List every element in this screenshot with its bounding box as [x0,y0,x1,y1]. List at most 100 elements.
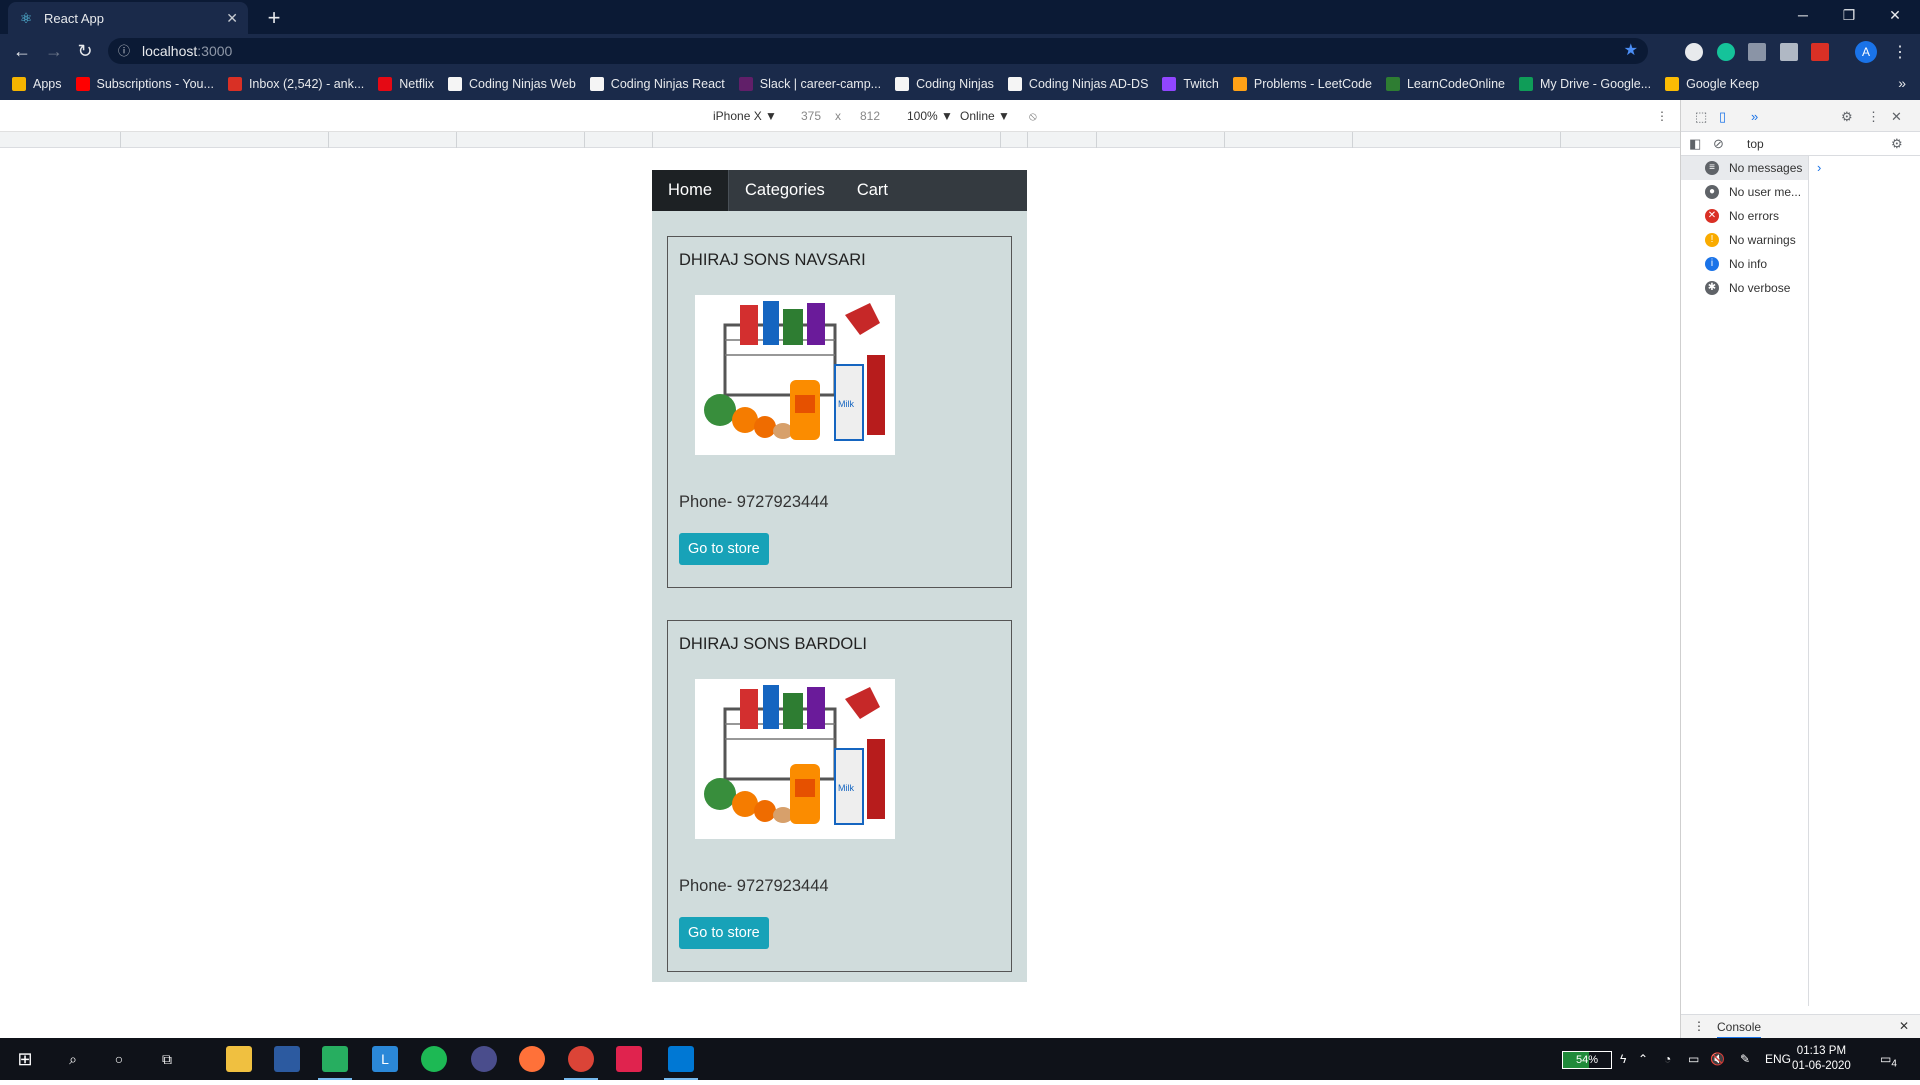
volume-muted-icon[interactable]: 🔇 [1710,1038,1725,1080]
app-l-icon[interactable]: L [372,1046,398,1072]
device-height-input[interactable]: 812 [860,109,880,123]
console-filter-item[interactable]: ≡ No messages [1681,156,1808,180]
bookmark-item[interactable]: Netflix [378,77,434,91]
network-icon[interactable]: ▭ [1688,1038,1699,1080]
user-icon: ● [1705,185,1719,199]
drawer-menu-icon[interactable]: ⋮ [1693,1019,1705,1033]
bookmark-item[interactable]: My Drive - Google... [1518,77,1651,91]
forward-button[interactable]: → [42,39,66,63]
chevron-right-icon[interactable]: › [1817,160,1821,175]
spotify-icon[interactable] [421,1046,447,1072]
device-select[interactable]: iPhone X ▼ [713,109,777,123]
bookmark-item[interactable]: Subscriptions - You... [75,77,214,91]
grammarly-icon[interactable] [1717,43,1735,61]
pen-icon[interactable]: ✎ [1740,1038,1750,1080]
cortana-icon[interactable]: ○ [106,1046,132,1072]
store-phone: Phone- 9727923444 [679,877,829,895]
chrome-menu-icon[interactable]: ⋮ [1892,42,1908,62]
google-keep-icon [1665,77,1680,91]
bookmark-item[interactable]: Coding Ninjas [895,77,994,91]
chevron-up-icon[interactable]: ⌃ [1638,1038,1648,1080]
console-drawer: ⋮ Console ✕ [1681,1014,1920,1039]
close-window-button[interactable]: ✕ [1872,0,1918,30]
bookmark-item[interactable]: LearnCodeOnline [1385,77,1505,91]
restore-button[interactable]: ❐ [1826,0,1872,30]
context-select[interactable] [1747,135,1887,153]
browser-tab[interactable]: ⚛ React App ✕ [8,2,248,34]
bookmark-item[interactable]: Inbox (2,542) - ank... [227,77,364,91]
close-drawer-icon[interactable]: ✕ [1899,1019,1909,1033]
bookmark-item[interactable]: Apps [12,77,62,91]
list-icon: ≡ [1705,161,1719,175]
go-to-store-button[interactable]: Go to store [679,533,769,565]
file-explorer-icon[interactable] [226,1046,252,1072]
tab-strip: ⚛ React App ✕ + ─ ❐ ✕ [0,0,1920,34]
windows-start-icon[interactable]: ⊞ [12,1046,38,1072]
close-tab-icon[interactable]: ✕ [226,10,238,27]
console-settings-icon[interactable]: ⚙ [1891,136,1903,152]
bookmark-item[interactable]: Google Keep [1665,77,1759,91]
language-indicator[interactable]: ENG [1765,1038,1791,1080]
close-devtools-icon[interactable]: ✕ [1891,109,1902,125]
bookmark-item[interactable]: Problems - LeetCode [1232,77,1372,91]
intellij-icon[interactable] [616,1046,642,1072]
notepad-icon[interactable] [322,1046,348,1072]
wifi-icon[interactable]: ◔ [1664,1038,1671,1080]
store-icon[interactable] [274,1046,300,1072]
network-select[interactable]: Online ▼ [960,109,1010,123]
bookmark-item[interactable]: Twitch [1162,77,1219,91]
back-button[interactable]: ← [10,39,34,63]
battery-indicator[interactable]: 54% [1562,1051,1612,1069]
extension-icon[interactable] [1685,43,1703,61]
clear-console-icon[interactable]: ⊘ [1713,136,1724,152]
reload-button[interactable]: ↻ [73,39,97,63]
device-toggle-icon[interactable]: ▯ [1719,109,1726,125]
notification-icon[interactable]: ▭4 [1880,1038,1897,1080]
console-filter-item[interactable]: ✱ No verbose [1681,276,1808,300]
new-tab-button[interactable]: + [260,4,288,32]
search-icon[interactable]: ⌕ [60,1046,86,1072]
rotate-icon[interactable]: ⦸ [1029,109,1037,124]
apps-grid-icon [12,77,26,91]
bookmark-label: Google Keep [1686,77,1760,91]
chrome-icon[interactable] [568,1046,594,1072]
devtools-panel: ⬚ ▯ » ⚙ ⋮ ✕ ◧ ⊘ ⚙ ≡ No messages ● No user m… [1680,100,1920,1039]
inspect-icon[interactable]: ⬚ [1695,109,1707,125]
address-bar[interactable]: ⓘ localhost:3000 ★ [108,38,1648,64]
sidebar-toggle-icon[interactable]: ◧ [1689,136,1701,152]
info-icon[interactable]: ⓘ [118,38,130,64]
more-bookmarks-icon[interactable]: » [1898,75,1906,91]
profile-avatar[interactable]: A [1855,41,1877,63]
settings-icon[interactable]: ⚙ [1841,109,1853,125]
nav-categories[interactable]: Categories [729,170,841,211]
firefox-icon[interactable] [519,1046,545,1072]
minimize-button[interactable]: ─ [1780,0,1826,30]
nav-home[interactable]: Home [652,170,730,211]
bookmark-star-icon[interactable]: ★ [1624,38,1638,64]
bookmark-item[interactable]: Slack | career-camp... [738,77,881,91]
device-viewport: Home Categories Cart DHIRAJ SONS NAVSARI [0,148,1680,1038]
vscode-icon[interactable] [668,1046,694,1072]
zoom-select[interactable]: 100% ▼ [907,109,953,123]
device-width-input[interactable]: 375 [801,109,821,123]
tab-console[interactable]: Console [1717,1020,1762,1039]
console-filter-item[interactable]: i No info [1681,252,1808,276]
clock[interactable]: 01:13 PM 01-06-2020 [1792,1044,1851,1074]
console-filter-item[interactable]: ✕ No errors [1681,204,1808,228]
bookmark-item[interactable]: Coding Ninjas Web [448,77,576,91]
devtools-menu-icon[interactable]: ⋮ [1867,109,1880,125]
bookmark-item[interactable]: Coding Ninjas React [589,77,725,91]
app-icon[interactable] [471,1046,497,1072]
console-filter-item[interactable]: ● No user me... [1681,180,1808,204]
nav-cart[interactable]: Cart [841,170,904,211]
go-to-store-button[interactable]: Go to store [679,917,769,949]
more-tabs-icon[interactable]: » [1751,109,1758,124]
task-view-icon[interactable]: ⧉ [154,1046,180,1072]
console-filter-item[interactable]: ! No warnings [1681,228,1808,252]
browser-toolbar: ← → ↻ ⓘ localhost:3000 ★ A ⋮ [0,34,1920,68]
extension-icon[interactable] [1780,43,1798,61]
more-options-icon[interactable]: ⋮ [1656,109,1668,123]
extension-icon[interactable] [1748,43,1766,61]
bookmark-item[interactable]: Coding Ninjas AD-DS [1007,77,1148,91]
extension-icon[interactable] [1811,43,1829,61]
